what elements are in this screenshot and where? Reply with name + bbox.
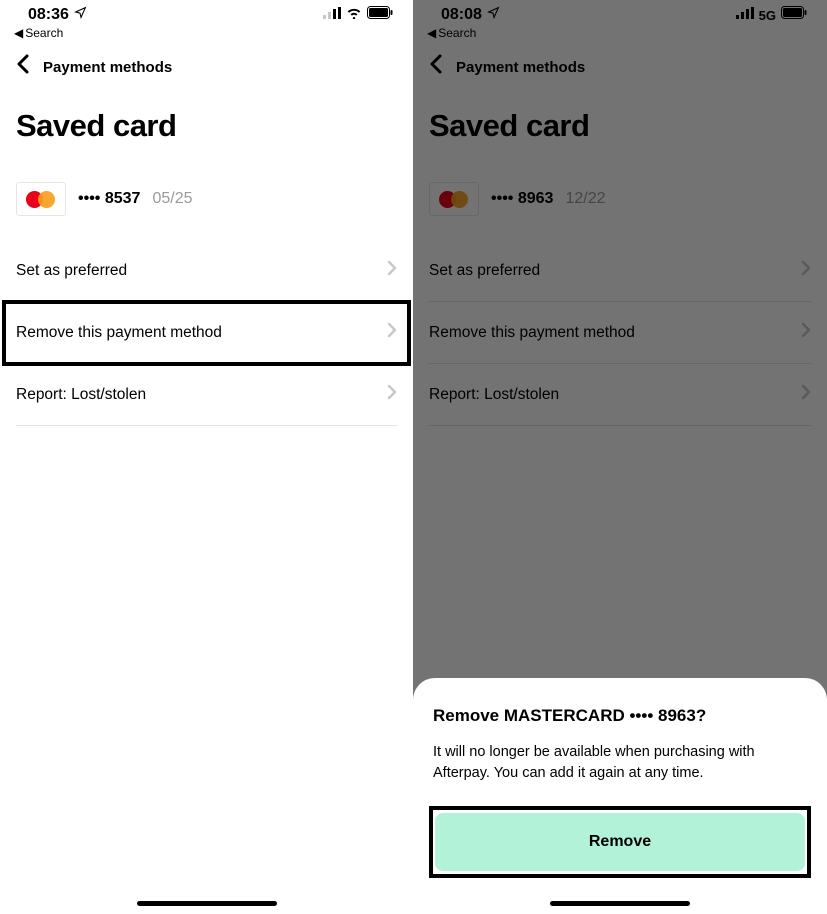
sheet-title: Remove MASTERCARD •••• 8963? [433,706,807,726]
chevron-left-small-icon: ◀ [14,26,23,40]
menu-item-report-lost[interactable]: Report: Lost/stolen [429,364,811,426]
chevron-right-icon [387,384,397,405]
back-to-search[interactable]: ◀ Search [0,24,413,46]
nav-header[interactable]: Payment methods [413,46,827,88]
card-masked-number: •••• 8537 [78,190,140,208]
card-actions-menu: Set as preferred Remove this payment met… [0,240,413,426]
remove-button[interactable]: Remove [435,813,805,871]
menu-item-report-lost[interactable]: Report: Lost/stolen [16,364,397,426]
menu-label: Report: Lost/stolen [429,386,559,404]
signal-icon [323,6,341,24]
chevron-left-icon [429,54,442,80]
mastercard-icon [16,182,66,216]
card-expiry: 12/22 [565,190,605,208]
chevron-right-icon [801,322,811,343]
menu-label: Set as preferred [429,262,540,280]
page-title: Saved card [0,88,413,172]
location-icon [487,6,500,24]
card-summary: •••• 8537 05/25 [0,172,413,240]
status-bar: 08:08 5G [413,0,827,24]
menu-item-remove-payment[interactable]: Remove this payment method [429,302,811,364]
status-time: 08:08 [441,6,482,24]
chevron-right-icon [387,260,397,281]
card-actions-menu: Set as preferred Remove this payment met… [413,240,827,426]
nav-header[interactable]: Payment methods [0,46,413,88]
menu-item-remove-payment[interactable]: Remove this payment method [4,302,409,364]
screen-saved-card: 08:36 ◀ Search Payment methods Saved car… [0,0,413,914]
menu-label: Set as preferred [16,262,127,280]
network-label: 5G [759,8,776,23]
back-label: Search [438,26,476,40]
menu-label: Remove this payment method [429,324,635,342]
screen-remove-confirm: 08:08 5G ◀ Search Payment methods Saved … [413,0,827,914]
back-to-search[interactable]: ◀ Search [413,24,827,46]
card-expiry: 05/25 [152,190,192,208]
chevron-right-icon [801,260,811,281]
status-time: 08:36 [28,6,69,24]
home-indicator[interactable] [550,901,690,906]
sheet-body: It will no longer be available when purc… [433,742,807,784]
remove-confirm-sheet: Remove MASTERCARD •••• 8963? It will no … [413,678,827,914]
card-summary: •••• 8963 12/22 [413,172,827,240]
chevron-left-small-icon: ◀ [427,26,436,40]
location-icon [74,6,87,24]
menu-item-set-preferred[interactable]: Set as preferred [429,240,811,302]
header-label: Payment methods [456,59,585,76]
header-label: Payment methods [43,59,172,76]
wifi-icon [346,6,362,24]
signal-icon [736,6,754,24]
mastercard-icon [429,182,479,216]
menu-label: Report: Lost/stolen [16,386,146,404]
status-bar: 08:36 [0,0,413,24]
home-indicator[interactable] [137,901,277,906]
battery-icon [367,6,393,24]
chevron-right-icon [387,322,397,343]
menu-item-set-preferred[interactable]: Set as preferred [16,240,397,302]
chevron-left-icon [16,54,29,80]
battery-icon [781,6,807,24]
back-label: Search [25,26,63,40]
chevron-right-icon [801,384,811,405]
card-masked-number: •••• 8963 [491,190,553,208]
menu-label: Remove this payment method [16,324,222,342]
remove-button-highlight: Remove [433,810,807,874]
page-title: Saved card [413,88,827,172]
